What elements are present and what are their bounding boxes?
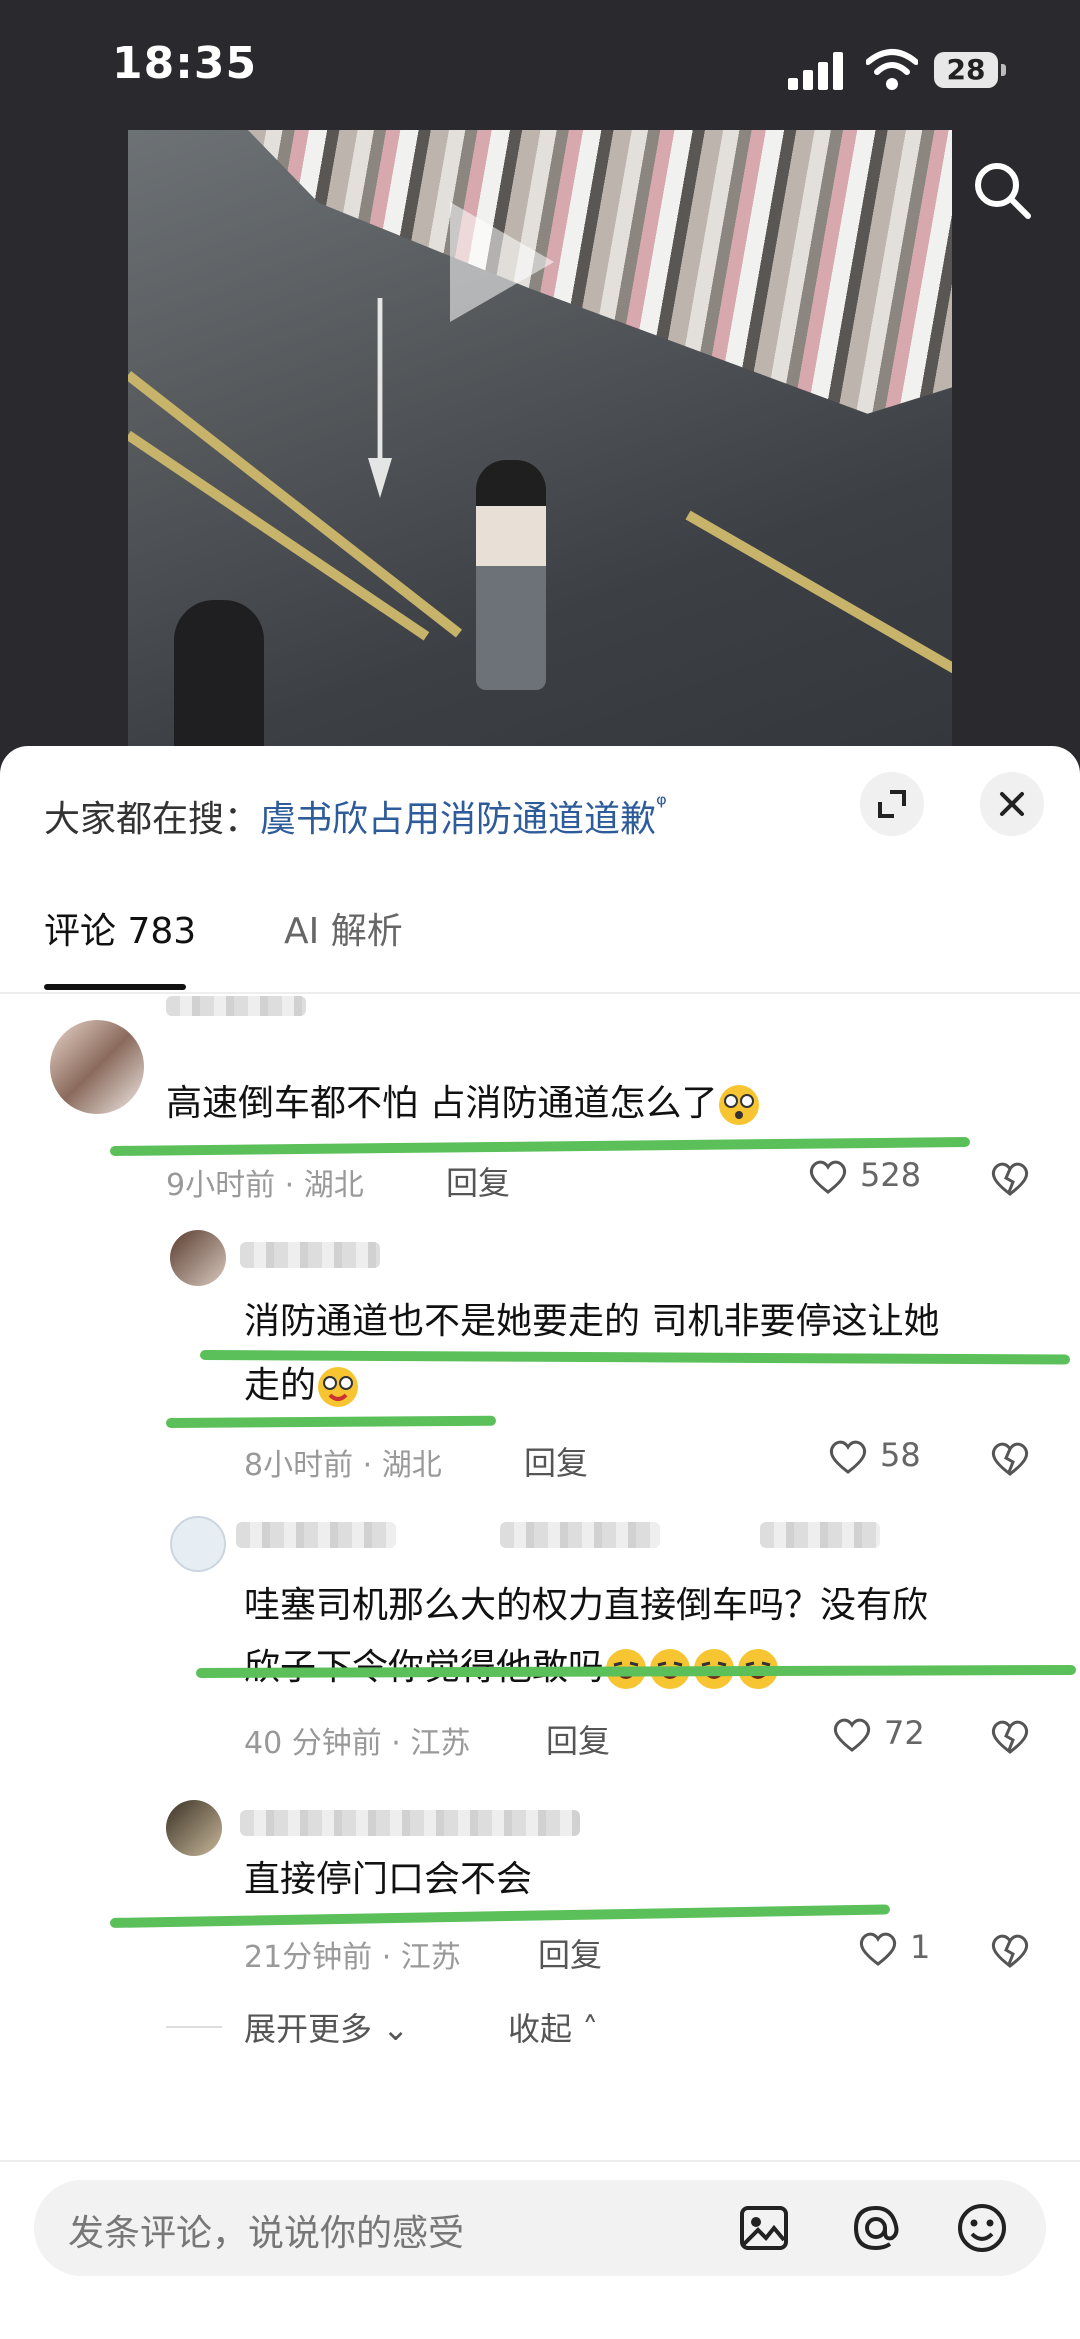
mention-icon[interactable] [846,2198,906,2258]
reply-button[interactable]: 回复 [446,1158,510,1204]
heart-icon [833,1718,871,1752]
status-bar: 18:35 28 [0,0,1080,130]
video-person [476,460,546,690]
heart-icon [859,1932,897,1966]
comment-text: 消防通道也不是她要走的 司机非要停这让她 [244,1301,940,1342]
play-icon[interactable] [450,202,554,322]
reply-button[interactable]: 回复 [538,1930,602,1976]
reply-target-blurred[interactable] [760,1522,880,1548]
divider [166,2026,222,2028]
username-blurred[interactable] [236,1522,396,1548]
dislike-icon[interactable] [988,1156,1032,1200]
emoji-icon[interactable] [952,2198,1012,2258]
close-icon [1000,792,1024,816]
expand-icon [878,790,906,818]
avatar[interactable] [50,1020,144,1114]
avatar[interactable] [166,1800,222,1856]
avatar[interactable] [170,1516,226,1572]
hot-search-prefix: 大家都在搜： [44,799,261,840]
reply-button[interactable]: 回复 [546,1716,610,1762]
small-search-icon: ᵠ [656,790,667,820]
like-button[interactable]: 528 [806,1154,936,1198]
tab-bar: 评论 783 AI 解析 [0,902,1080,994]
tab-ai-analysis[interactable]: AI 解析 [284,902,403,954]
comment-panel: 大家都在搜：虞书欣占用消防通道道歉ᵠ 评论 783 AI 解析 高速倒车都不怕 … [0,746,1080,2339]
username-blurred[interactable] [166,996,306,1016]
comment-meta: 21分钟前 · 江苏 [244,1940,461,1975]
like-count: 528 [860,1156,922,1194]
fullscreen-button[interactable] [860,772,924,836]
comment-meta: 8小时前 · 湖北 [244,1448,442,1483]
comment-input[interactable]: 发条评论，说说你的感受 [34,2180,1046,2276]
status-time: 18:35 [112,38,258,89]
comment-text: 直接停门口会不会 [244,1859,533,1900]
reply-button[interactable]: 回复 [524,1438,588,1484]
username-blurred[interactable] [240,1242,380,1268]
like-button[interactable]: 72 [830,1712,940,1756]
wifi-icon [866,49,918,90]
video-blur-crowd [248,130,952,414]
active-tab-indicator [44,984,186,990]
dislike-icon[interactable] [988,1436,1032,1480]
like-button[interactable]: 1 [856,1926,936,1970]
chevron-up-icon: ˄ [572,2010,599,2048]
arrow-annotation [368,298,392,498]
comment-composer: 发条评论，说说你的感受 [0,2160,1080,2339]
image-icon[interactable] [734,2198,794,2258]
close-button[interactable] [980,772,1044,836]
chevron-down-icon: ⌄ [372,2010,409,2048]
highlight-underline [165,1415,497,1428]
tab-comments[interactable]: 评论 783 [44,902,196,954]
video-player[interactable] [128,130,952,750]
comment-input-placeholder: 发条评论，说说你的感受 [68,2213,465,2254]
dislike-icon[interactable] [988,1714,1032,1758]
expand-more-button[interactable]: 展开更多 ⌄ [244,2004,409,2050]
heart-icon [829,1440,867,1474]
signal-icon [788,52,844,90]
reply-target-blurred[interactable] [500,1522,660,1548]
like-count: 1 [910,1928,931,1966]
video-person-blur [174,600,264,750]
like-count: 58 [880,1436,921,1474]
like-button[interactable]: 58 [826,1434,936,1478]
highlight-underline [109,1904,890,1928]
like-count: 72 [884,1714,925,1752]
hot-search-link[interactable]: 虞书欣占用消防通道道歉 [260,799,656,840]
hot-search-bar[interactable]: 大家都在搜：虞书欣占用消防通道道歉ᵠ [44,790,667,842]
search-icon[interactable] [970,158,1034,222]
avatar[interactable] [170,1230,226,1286]
comment-meta: 40 分钟前 · 江苏 [244,1726,471,1761]
dislike-icon[interactable] [988,1928,1032,1972]
comment-meta: 9小时前 · 湖北 [166,1168,364,1203]
heart-icon [809,1160,847,1194]
star-eyes-emoji [316,1365,360,1409]
comment-text: 哇塞司机那么大的权力直接倒车吗？没有欣 [244,1585,929,1626]
collapse-button[interactable]: 收起 ˄ [508,2004,598,2050]
comment-text-line2: 走的 [244,1360,360,1412]
dizzy-face-emoji [717,1083,761,1127]
highlight-underline [195,1664,1077,1678]
username-blurred[interactable] [240,1810,580,1836]
comment-text: 高速倒车都不怕 占消防通道怎么了 [166,1078,761,1130]
battery-icon: 28 [934,52,1006,88]
